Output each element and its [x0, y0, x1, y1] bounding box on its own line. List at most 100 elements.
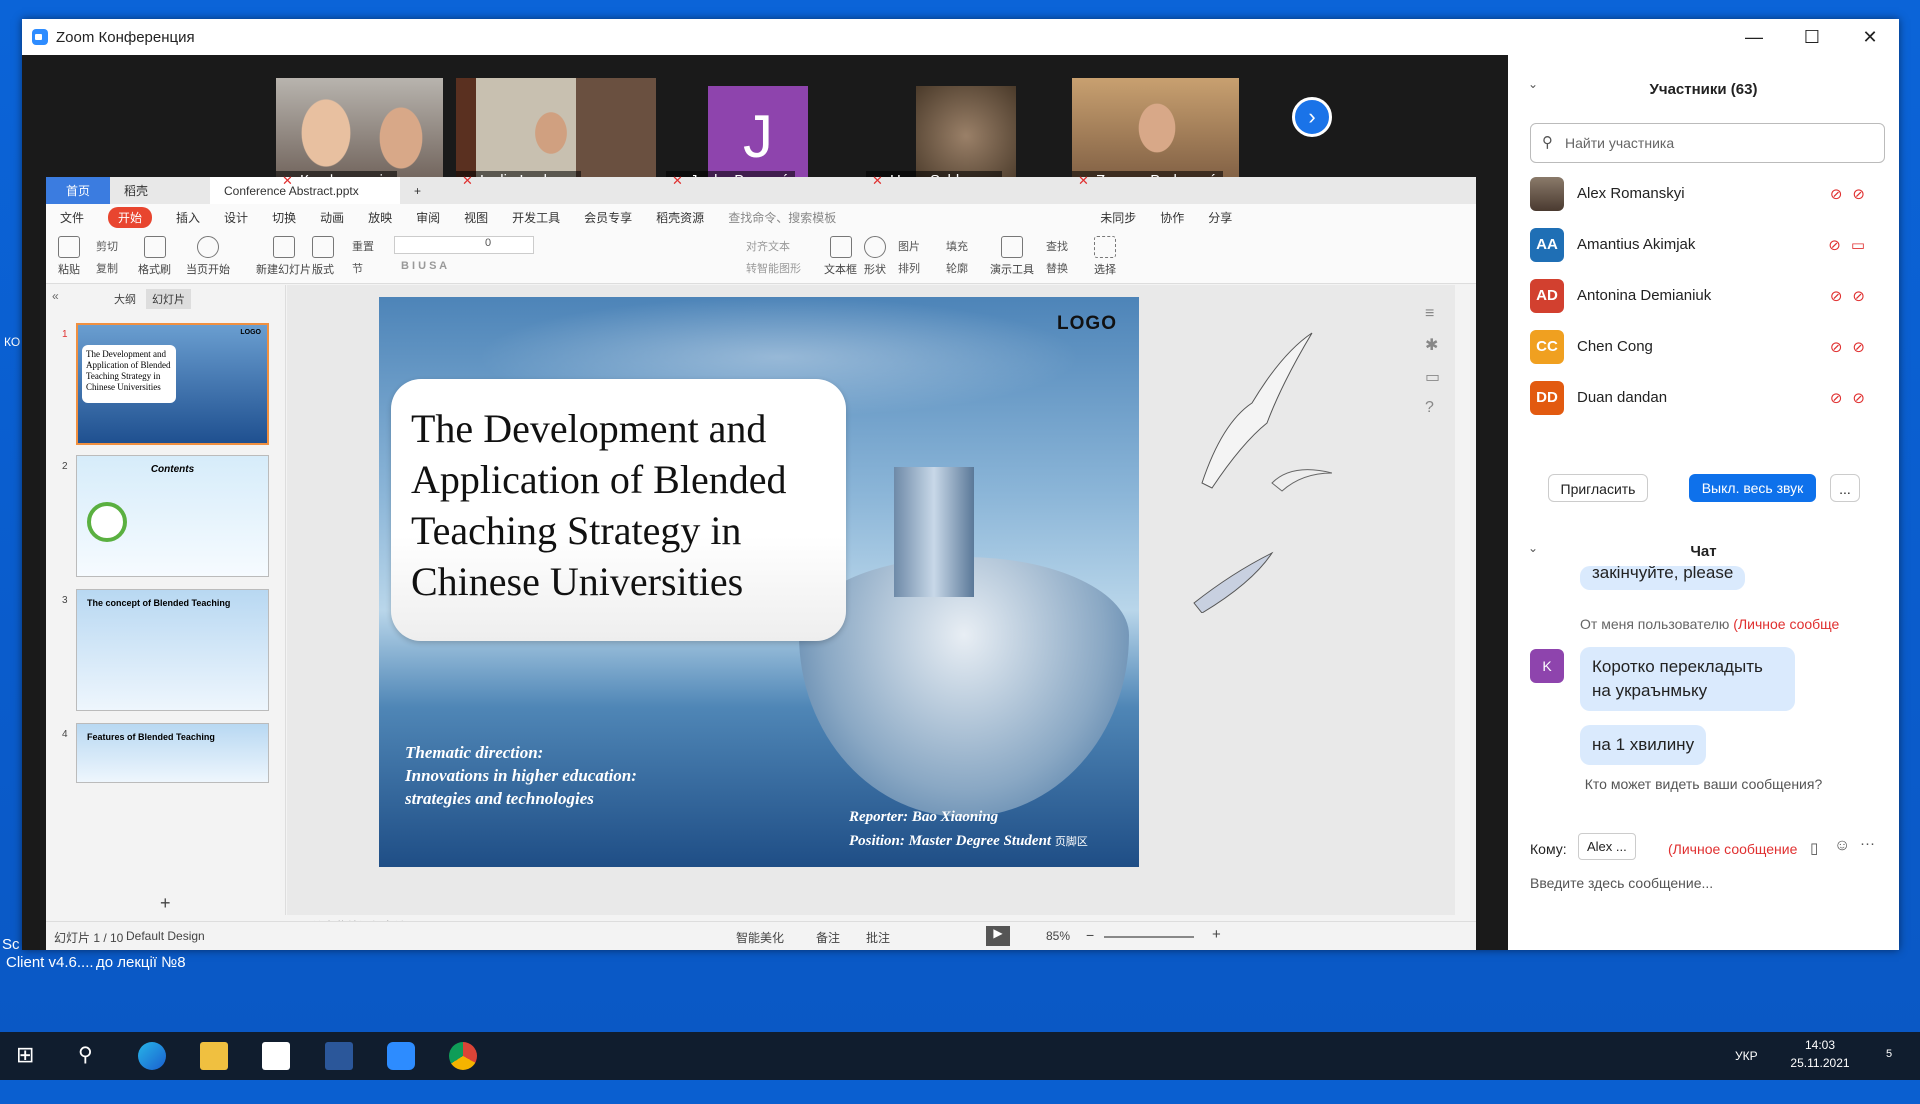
tab-add[interactable]: + — [400, 177, 435, 204]
video-tile[interactable]: ✕ Конференція — [276, 78, 443, 191]
new-slide-button[interactable]: 新建幻灯片 — [256, 236, 311, 277]
ribbon-tab-docer[interactable]: 稻壳资源 — [656, 209, 704, 226]
chat-input[interactable]: Введите здесь сообщение... — [1530, 875, 1713, 891]
avatar: K — [1530, 649, 1564, 683]
chevron-right-icon[interactable]: › — [1292, 97, 1332, 137]
participant-row[interactable]: AA Amantius Akimjak ⊘▭ — [1508, 219, 1899, 270]
beautify-button[interactable]: 智能美化 — [736, 929, 784, 946]
ribbon-tab-member[interactable]: 会员专享 — [584, 209, 632, 226]
title-box[interactable]: The Development and Application of Blend… — [391, 379, 846, 641]
ribbon-tab-transition[interactable]: 切换 — [272, 209, 296, 226]
folder-icon[interactable] — [200, 1042, 228, 1070]
pin-icon[interactable]: ✱ — [1425, 335, 1449, 355]
notes-toggle[interactable]: 备注 — [816, 929, 840, 946]
clock-date[interactable]: 25.11.2021 — [1780, 1056, 1860, 1104]
minimize-button[interactable]: — — [1725, 19, 1783, 55]
settings-icon[interactable]: ≡ — [1425, 305, 1449, 323]
play-icon[interactable]: ▶ — [986, 926, 1010, 946]
slide-thumb[interactable]: Contents — [76, 455, 269, 577]
participant-search-input[interactable]: Найти участника — [1530, 123, 1885, 163]
tab-home[interactable]: 首页 — [46, 177, 110, 204]
edge-icon[interactable] — [138, 1042, 166, 1070]
participant-row[interactable]: CC Chen Cong ⊘⊘ — [1508, 321, 1899, 372]
ribbon-tab-review[interactable]: 审阅 — [416, 209, 440, 226]
windows-icon[interactable]: ⊞ — [16, 1042, 44, 1070]
zoom-slider[interactable] — [1104, 936, 1194, 938]
share-button[interactable]: 分享 — [1208, 209, 1232, 226]
recipient-select[interactable]: Alex ... — [1578, 833, 1636, 860]
more-icon[interactable]: ··· — [1860, 835, 1875, 852]
notification-icon[interactable]: 5 — [1886, 1048, 1892, 1096]
bold-button[interactable]: B I U S A — [401, 260, 447, 272]
ribbon-tab-file[interactable]: 文件 — [60, 209, 84, 226]
word-icon[interactable] — [325, 1042, 353, 1070]
zoom-out-button[interactable]: − — [1086, 927, 1094, 943]
ribbon-tab-dev[interactable]: 开发工具 — [512, 209, 560, 226]
ribbon-tab-animation[interactable]: 动画 — [320, 209, 344, 226]
slide-thumb[interactable]: Features of Blended Teaching — [76, 723, 269, 783]
present-tools-button[interactable]: 演示工具 — [990, 236, 1034, 277]
zoom-in-button[interactable]: + — [1212, 926, 1221, 943]
picture-button[interactable]: 图片 — [898, 238, 920, 254]
close-button[interactable]: ✕ — [1841, 19, 1899, 55]
slides-icon[interactable]: ▭ — [1425, 367, 1449, 387]
shape-button[interactable]: 形状 — [864, 236, 886, 277]
copy-button[interactable]: 复制 — [96, 260, 118, 276]
who-can-see-link[interactable]: Кто может видеть ваши сообщения? — [1508, 776, 1899, 792]
font-size-select[interactable]: 0 — [394, 236, 534, 254]
participant-row[interactable]: AD Antonina Demianiuk ⊘⊘ — [1508, 270, 1899, 321]
ribbon-tab-design[interactable]: 设计 — [224, 209, 248, 226]
video-tile[interactable]: ✕ Zuzana Budayová — [1072, 78, 1239, 191]
invite-button[interactable]: Пригласить — [1548, 474, 1648, 502]
fill-button[interactable]: 填充 — [946, 238, 968, 254]
mail-icon[interactable] — [262, 1042, 290, 1070]
play-from-current-button[interactable]: 当页开始 — [186, 236, 230, 277]
ribbon-tab-insert[interactable]: 插入 — [176, 209, 200, 226]
mute-all-button[interactable]: Выкл. весь звук — [1689, 474, 1816, 502]
more-button[interactable]: ... — [1830, 474, 1860, 502]
ribbon-tab-slideshow[interactable]: 放映 — [368, 209, 392, 226]
ribbon-tab-start[interactable]: 开始 — [108, 206, 153, 228]
participant-row[interactable]: DD Duan dandan ⊘⊘ — [1508, 372, 1899, 423]
search-icon[interactable]: ⚲ — [78, 1042, 106, 1070]
select-button[interactable]: 选择 — [1094, 236, 1116, 277]
zoom-icon[interactable] — [387, 1042, 415, 1070]
format-painter-button[interactable]: 格式刷 — [138, 236, 171, 277]
arrange-button[interactable]: 排列 — [898, 260, 920, 276]
emoji-icon[interactable]: ☺ — [1834, 837, 1850, 855]
smartart-button[interactable]: 转智能图形 — [746, 260, 801, 276]
help-icon[interactable]: ? — [1425, 399, 1449, 417]
file-icon[interactable]: ▯ — [1810, 839, 1818, 857]
section-button[interactable]: 节 — [352, 260, 363, 276]
slide-thumb[interactable]: The concept of Blended Teaching — [76, 589, 269, 711]
collab-button[interactable]: 协作 — [1160, 209, 1184, 226]
tab-slides[interactable]: 幻灯片 — [146, 289, 191, 309]
textbox-button[interactable]: 文本框 — [824, 236, 857, 277]
zoom-level[interactable]: 85% — [1046, 929, 1070, 943]
tab-outline[interactable]: 大纲 — [114, 291, 136, 307]
layout-button[interactable]: 版式 — [312, 236, 334, 277]
ribbon-tab-view[interactable]: 视图 — [464, 209, 488, 226]
cut-button[interactable]: 剪切 — [96, 238, 118, 254]
reset-button[interactable]: 重置 — [352, 238, 374, 254]
tab-docer[interactable]: 稻壳 — [110, 177, 210, 204]
comment-toggle[interactable]: 批注 — [866, 929, 890, 946]
replace-button[interactable]: 替换 — [1046, 260, 1068, 276]
tab-document[interactable]: Conference Abstract.pptx — [210, 177, 400, 204]
paste-button[interactable]: 粘贴 — [58, 236, 80, 277]
outline-button[interactable]: 轮廓 — [946, 260, 968, 276]
align-text-button[interactable]: 对齐文本 — [746, 238, 790, 254]
add-slide-button[interactable]: + — [160, 893, 171, 914]
command-search[interactable]: 查找命令、搜索模板 — [728, 209, 836, 226]
sync-status[interactable]: 未同步 — [1100, 209, 1136, 226]
find-button[interactable]: 查找 — [1046, 238, 1068, 254]
video-tile[interactable]: J ✕ Janka Bursová — [666, 78, 833, 191]
video-tile[interactable]: ✕ Lydia Leskova — [456, 78, 656, 191]
video-tile[interactable]: ✕ Hana Schlosser — [866, 78, 1033, 191]
collapse-pane-icon[interactable]: « — [52, 289, 59, 303]
maximize-button[interactable]: ☐ — [1783, 19, 1841, 55]
slide-thumb[interactable]: LOGO The Development and Application of … — [76, 323, 269, 445]
chrome-icon[interactable] — [449, 1042, 477, 1070]
language-indicator[interactable]: УКР — [1735, 1032, 1758, 1080]
participant-row[interactable]: Alex Romanskyi ⊘⊘ — [1508, 168, 1899, 219]
